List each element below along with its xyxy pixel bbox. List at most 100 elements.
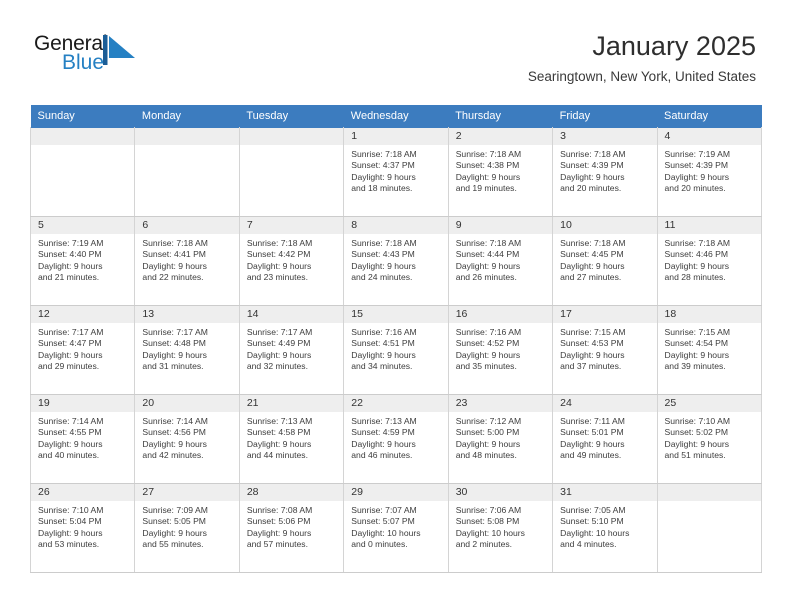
daylight-text-line2: and 42 minutes. <box>142 450 204 461</box>
daylight-text-line2: and 28 minutes. <box>664 272 726 283</box>
day-details: Sunrise: 7:07 AM Sunset: 5:07 PM Dayligh… <box>344 501 447 551</box>
sunset-text: Sunset: 5:10 PM <box>560 516 624 527</box>
day-details: Sunrise: 7:14 AM Sunset: 4:55 PM Dayligh… <box>31 412 134 462</box>
day-cell[interactable]: 6 Sunrise: 7:18 AM Sunset: 4:41 PM Dayli… <box>134 216 240 306</box>
day-details: Sunrise: 7:15 AM Sunset: 4:54 PM Dayligh… <box>658 323 761 373</box>
sunrise-text: Sunrise: 7:19 AM <box>664 149 730 159</box>
daylight-text-line1: Daylight: 9 hours <box>455 260 521 271</box>
day-cell[interactable]: 8 Sunrise: 7:18 AM Sunset: 4:43 PM Dayli… <box>343 216 449 306</box>
day-cell[interactable]: 26 Sunrise: 7:10 AM Sunset: 5:04 PM Dayl… <box>29 483 136 573</box>
day-number: 6 <box>135 217 239 234</box>
day-cell[interactable]: 28 Sunrise: 7:08 AM Sunset: 5:06 PM Dayl… <box>238 483 345 573</box>
day-cell[interactable]: 12 Sunrise: 7:17 AM Sunset: 4:47 PM Dayl… <box>29 305 136 395</box>
day-cell[interactable]: 23 Sunrise: 7:12 AM Sunset: 5:00 PM Dayl… <box>447 394 554 484</box>
week-row: 5 Sunrise: 7:19 AM Sunset: 4:40 PM Dayli… <box>29 216 763 306</box>
daylight-text-line2: and 53 minutes. <box>38 539 100 550</box>
day-cell[interactable]: 21 Sunrise: 7:13 AM Sunset: 4:58 PM Dayl… <box>238 394 345 484</box>
day-number: 28 <box>239 484 344 501</box>
day-number: 10 <box>553 217 657 234</box>
day-cell[interactable]: 9 Sunrise: 7:18 AM Sunset: 4:44 PM Dayli… <box>447 216 554 306</box>
day-details <box>135 145 239 149</box>
day-cell[interactable]: 15 Sunrise: 7:16 AM Sunset: 4:51 PM Dayl… <box>343 305 449 395</box>
day-number: 7 <box>239 217 344 234</box>
sunset-text: Sunset: 4:38 PM <box>455 160 520 171</box>
day-cell[interactable]: 11 Sunrise: 7:18 AM Sunset: 4:46 PM Dayl… <box>656 216 763 306</box>
daylight-text-line1: Daylight: 9 hours <box>246 349 312 360</box>
column-header-sunday: Sunday <box>30 105 135 128</box>
day-cell[interactable]: 5 Sunrise: 7:19 AM Sunset: 4:40 PM Dayli… <box>29 216 136 306</box>
day-cell[interactable]: 14 Sunrise: 7:17 AM Sunset: 4:49 PM Dayl… <box>238 305 345 395</box>
week-row: 1 Sunrise: 7:18 AM Sunset: 4:37 PM Dayli… <box>29 127 763 217</box>
daylight-text-line2: and 31 minutes. <box>142 361 204 372</box>
daylight-text-line1: Daylight: 9 hours <box>664 349 730 360</box>
sunset-text: Sunset: 4:53 PM <box>560 338 624 349</box>
sunrise-text: Sunrise: 7:13 AM <box>246 416 313 426</box>
daylight-text-line2: and 22 minutes. <box>142 272 204 283</box>
page-subtitle: Searingtown, New York, United States <box>527 69 756 84</box>
general-blue-logo[interactable]: General Blue <box>34 33 154 75</box>
sunrise-text: Sunrise: 7:19 AM <box>38 238 104 248</box>
daylight-text-line1: Daylight: 9 hours <box>455 438 521 449</box>
triangle-flag-icon <box>103 35 137 65</box>
day-cell[interactable]: 25 Sunrise: 7:10 AM Sunset: 5:02 PM Dayl… <box>656 394 763 484</box>
page-title: January 2025 <box>592 31 756 61</box>
logo-text-blue: Blue <box>62 51 105 74</box>
day-cell[interactable]: 17 Sunrise: 7:15 AM Sunset: 4:53 PM Dayl… <box>552 305 658 395</box>
day-number <box>135 128 239 145</box>
day-details: Sunrise: 7:18 AM Sunset: 4:39 PM Dayligh… <box>553 145 656 195</box>
sunrise-text: Sunrise: 7:10 AM <box>38 505 104 515</box>
day-cell[interactable]: 7 Sunrise: 7:18 AM Sunset: 4:42 PM Dayli… <box>238 216 345 306</box>
day-details <box>239 145 344 149</box>
title-block: January 2025 Searingtown, New York, Unit… <box>528 30 756 86</box>
sunset-text: Sunset: 4:49 PM <box>246 338 311 349</box>
day-details: Sunrise: 7:17 AM Sunset: 4:47 PM Dayligh… <box>31 323 134 373</box>
daylight-text-line2: and 35 minutes. <box>455 361 517 372</box>
day-cell[interactable]: 16 Sunrise: 7:16 AM Sunset: 4:52 PM Dayl… <box>447 305 554 395</box>
sunset-text: Sunset: 4:37 PM <box>351 160 415 171</box>
day-cell[interactable]: 2 Sunrise: 7:18 AM Sunset: 4:38 PM Dayli… <box>447 127 554 217</box>
week-row: 26 Sunrise: 7:10 AM Sunset: 5:04 PM Dayl… <box>29 483 763 573</box>
daylight-text-line2: and 57 minutes. <box>246 539 308 550</box>
daylight-text-line2: and 55 minutes. <box>142 539 204 550</box>
week-row: 12 Sunrise: 7:17 AM Sunset: 4:47 PM Dayl… <box>29 305 763 395</box>
day-number: 27 <box>135 484 239 501</box>
daylight-text-line2: and 27 minutes. <box>560 272 622 283</box>
day-cell[interactable]: 24 Sunrise: 7:11 AM Sunset: 5:01 PM Dayl… <box>552 394 658 484</box>
day-cell[interactable]: 29 Sunrise: 7:07 AM Sunset: 5:07 PM Dayl… <box>343 483 449 573</box>
day-cell[interactable]: 18 Sunrise: 7:15 AM Sunset: 4:54 PM Dayl… <box>656 305 763 395</box>
daylight-text-line1: Daylight: 9 hours <box>38 260 103 271</box>
day-cell[interactable]: 19 Sunrise: 7:14 AM Sunset: 4:55 PM Dayl… <box>29 394 136 484</box>
day-number: 5 <box>31 217 135 234</box>
daylight-text-line1: Daylight: 9 hours <box>142 527 207 538</box>
day-cell[interactable]: 10 Sunrise: 7:18 AM Sunset: 4:45 PM Dayl… <box>552 216 658 306</box>
column-header-monday: Monday <box>134 105 240 128</box>
day-cell[interactable]: 31 Sunrise: 7:05 AM Sunset: 5:10 PM Dayl… <box>552 483 658 573</box>
day-cell[interactable]: 13 Sunrise: 7:17 AM Sunset: 4:48 PM Dayl… <box>134 305 240 395</box>
daylight-text-line2: and 26 minutes. <box>455 272 517 283</box>
day-cell <box>656 483 763 573</box>
day-cell[interactable]: 22 Sunrise: 7:13 AM Sunset: 4:59 PM Dayl… <box>343 394 449 484</box>
day-cell[interactable]: 20 Sunrise: 7:14 AM Sunset: 4:56 PM Dayl… <box>134 394 240 484</box>
day-details: Sunrise: 7:16 AM Sunset: 4:51 PM Dayligh… <box>344 323 447 373</box>
day-cell <box>134 127 240 217</box>
day-details: Sunrise: 7:18 AM Sunset: 4:37 PM Dayligh… <box>344 145 447 195</box>
day-cell[interactable]: 4 Sunrise: 7:19 AM Sunset: 4:39 PM Dayli… <box>656 127 763 217</box>
sunrise-text: Sunrise: 7:15 AM <box>664 327 730 337</box>
sunset-text: Sunset: 5:04 PM <box>38 516 102 527</box>
day-number: 20 <box>135 395 239 412</box>
sunrise-text: Sunrise: 7:14 AM <box>38 416 104 426</box>
column-header-wednesday: Wednesday <box>343 105 449 128</box>
daylight-text-line2: and 34 minutes. <box>351 361 413 372</box>
sunset-text: Sunset: 4:52 PM <box>455 338 520 349</box>
day-cell[interactable]: 27 Sunrise: 7:09 AM Sunset: 5:05 PM Dayl… <box>134 483 240 573</box>
daylight-text-line2: and 23 minutes. <box>246 272 308 283</box>
sunrise-text: Sunrise: 7:18 AM <box>455 238 522 248</box>
day-details: Sunrise: 7:10 AM Sunset: 5:02 PM Dayligh… <box>658 412 761 462</box>
day-details: Sunrise: 7:18 AM Sunset: 4:38 PM Dayligh… <box>449 145 552 195</box>
day-cell[interactable]: 30 Sunrise: 7:06 AM Sunset: 5:08 PM Dayl… <box>447 483 554 573</box>
day-details: Sunrise: 7:09 AM Sunset: 5:05 PM Dayligh… <box>135 501 238 551</box>
sunrise-text: Sunrise: 7:07 AM <box>351 505 417 515</box>
day-cell[interactable]: 3 Sunrise: 7:18 AM Sunset: 4:39 PM Dayli… <box>552 127 658 217</box>
sunrise-text: Sunrise: 7:18 AM <box>455 149 522 159</box>
day-cell[interactable]: 1 Sunrise: 7:18 AM Sunset: 4:37 PM Dayli… <box>343 127 449 217</box>
